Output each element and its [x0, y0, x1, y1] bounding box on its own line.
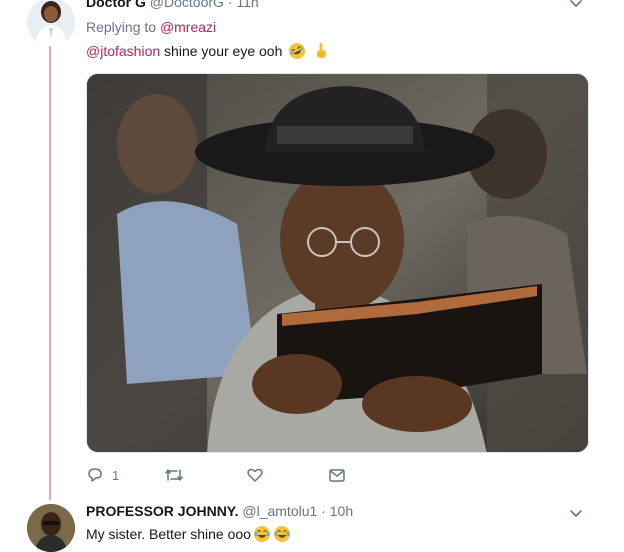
- user-handle[interactable]: @DoctoorG: [150, 0, 224, 10]
- tweet-actions: 1: [86, 464, 386, 486]
- pointing-up-emoji: [317, 43, 327, 58]
- rolling-laughing-emoji: [289, 43, 306, 59]
- tweet-header: PROFESSOR JOHNNY. @l_amtolu1 · 10h: [86, 503, 353, 519]
- tweet-body: My sister. Better shine ooo: [86, 526, 251, 542]
- user-handle[interactable]: @l_amtolu1: [242, 503, 317, 519]
- retweet-button[interactable]: [164, 464, 184, 486]
- replying-to: Replying to @mreazi: [86, 19, 216, 35]
- tweet-header: Doctor G @DoctoorG · 11h: [86, 0, 259, 10]
- avatar[interactable]: [27, 0, 75, 46]
- tweet-text: @jtofashion shine your eye ooh: [86, 42, 330, 60]
- envelope-icon: [329, 469, 345, 482]
- mention-link[interactable]: @jtofashion: [86, 43, 160, 59]
- separator: ·: [317, 503, 330, 519]
- display-name[interactable]: PROFESSOR JOHNNY.: [86, 503, 238, 519]
- chevron-down-icon[interactable]: [568, 0, 584, 12]
- timestamp[interactable]: 10h: [330, 503, 353, 519]
- tweet-text: My sister. Better shine ooo: [86, 525, 291, 543]
- tears-of-joy-emoji: [273, 526, 290, 542]
- like-button[interactable]: [246, 464, 264, 486]
- reply-button[interactable]: 1: [86, 464, 119, 486]
- separator: ·: [223, 0, 237, 10]
- tweet-body: shine your eye ooh: [160, 43, 283, 59]
- replying-handle-link[interactable]: @mreazi: [160, 19, 216, 35]
- reply-count: 1: [112, 467, 120, 483]
- direct-message-button[interactable]: [328, 464, 346, 486]
- tweet-media-image[interactable]: [86, 73, 589, 453]
- tears-of-joy-emoji: [253, 526, 270, 542]
- chevron-down-icon[interactable]: [568, 506, 584, 522]
- heart-icon: [247, 468, 263, 482]
- replying-label: Replying to: [86, 19, 160, 35]
- reply-icon: [88, 468, 102, 482]
- thread-line: [49, 46, 51, 500]
- display-name[interactable]: Doctor G: [86, 0, 146, 10]
- avatar[interactable]: [27, 504, 75, 552]
- retweet-icon: [165, 469, 183, 481]
- timestamp[interactable]: 11h: [236, 0, 258, 10]
